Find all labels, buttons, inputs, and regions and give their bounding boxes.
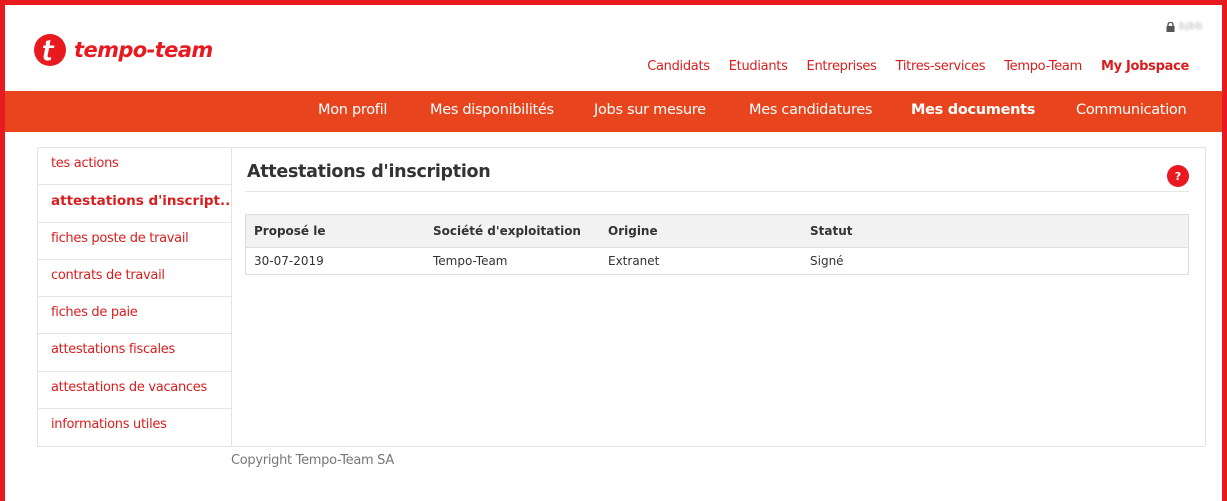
sidebar-item-attestations-inscription[interactable]: attestations d'inscript... <box>38 185 231 223</box>
sidebar-item-contrats-de-travail[interactable]: contrats de travail <box>38 260 231 297</box>
main-nav-communication[interactable]: Communication <box>1076 102 1187 118</box>
sidebar-item-informations-utiles[interactable]: informations utiles <box>38 409 231 446</box>
sidebar: tes actions attestations d'inscript... f… <box>38 148 232 446</box>
sidebar-item-fiches-poste-de-travail[interactable]: fiches poste de travail <box>38 223 231 260</box>
main-nav-mes-documents[interactable]: Mes documents <box>911 102 1035 118</box>
lock-icon <box>1166 21 1175 32</box>
sidebar-item-attestations-fiscales[interactable]: attestations fiscales <box>38 334 231 372</box>
column-header-statut[interactable]: Statut <box>810 224 1188 238</box>
documents-table: Proposé le Société d'exploitation Origin… <box>245 214 1189 275</box>
cell-societe: Tempo-Team <box>433 254 508 268</box>
sidebar-item-attestations-de-vacances[interactable]: attestations de vacances <box>38 372 231 409</box>
cell-statut: Signé <box>810 254 844 268</box>
top-nav-candidats[interactable]: Candidats <box>647 59 710 74</box>
column-header-origine[interactable]: Origine <box>608 224 810 238</box>
page-title: Attestations d'inscription <box>247 162 491 182</box>
logo-text: tempo-team <box>74 38 213 62</box>
column-header-propose-le[interactable]: Proposé le <box>246 224 433 238</box>
user-area[interactable]: bjbb <box>1166 21 1203 32</box>
table-header: Proposé le Société d'exploitation Origin… <box>246 215 1188 248</box>
sidebar-item-tes-actions[interactable]: tes actions <box>38 148 231 186</box>
content-box: tes actions attestations d'inscript... f… <box>37 147 1206 447</box>
main-nav: Mon profil Mes disponibilités Jobs sur m… <box>5 91 1222 132</box>
main-nav-mes-disponibilites[interactable]: Mes disponibilités <box>430 102 554 118</box>
tempo-team-logo-icon <box>34 34 66 66</box>
top-nav-tempo-team[interactable]: Tempo-Team <box>1004 59 1082 74</box>
sidebar-item-fiches-de-paie[interactable]: fiches de paie <box>38 297 231 335</box>
main-nav-jobs-sur-mesure[interactable]: Jobs sur mesure <box>594 102 706 118</box>
top-nav-entreprises[interactable]: Entreprises <box>807 59 877 74</box>
title-divider <box>245 191 1189 192</box>
main-nav-mes-candidatures[interactable]: Mes candidatures <box>749 102 872 118</box>
cell-origine: Extranet <box>608 254 660 268</box>
top-nav-etudiants[interactable]: Etudiants <box>729 59 788 74</box>
cell-date: 30-07-2019 <box>254 254 324 268</box>
main-nav-mon-profil[interactable]: Mon profil <box>318 102 387 118</box>
top-nav-my-jobspace[interactable]: My Jobspace <box>1101 59 1189 74</box>
copyright: Copyright Tempo-Team SA <box>231 453 394 468</box>
top-nav-titres-services[interactable]: Titres-services <box>896 59 986 74</box>
top-nav: Candidats Etudiants Entreprises Titres-s… <box>628 59 1189 74</box>
table-row[interactable]: 30-07-2019 Tempo-Team Extranet Signé <box>246 248 1188 274</box>
logo[interactable]: tempo-team <box>34 34 213 66</box>
column-header-societe[interactable]: Société d'exploitation <box>433 224 608 238</box>
help-icon[interactable]: ? <box>1167 165 1189 187</box>
user-name[interactable]: bjbb <box>1179 21 1203 32</box>
